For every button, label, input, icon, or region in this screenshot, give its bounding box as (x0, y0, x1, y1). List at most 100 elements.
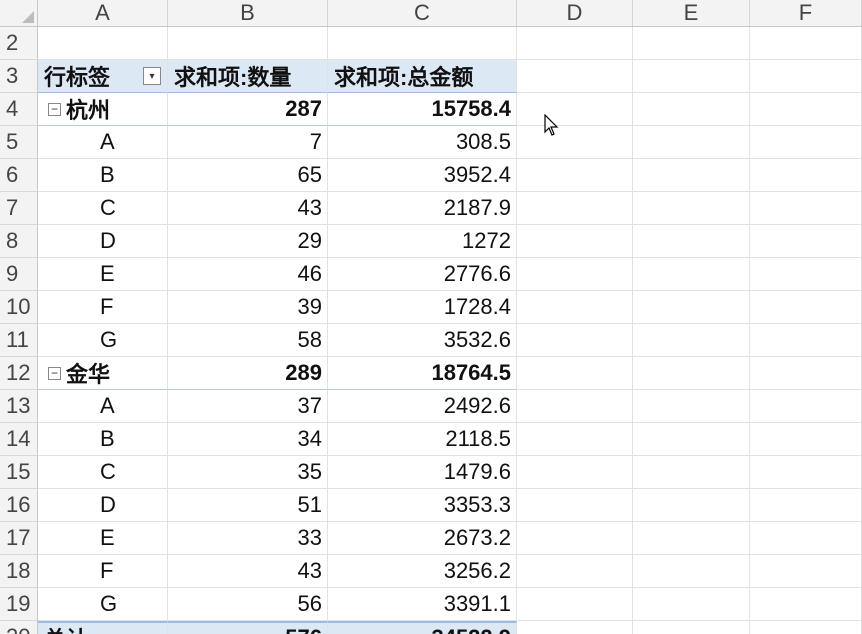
cell[interactable] (750, 159, 862, 192)
row-header[interactable]: 20 (0, 621, 38, 634)
item-qty[interactable]: 46 (168, 258, 328, 291)
item-amount[interactable]: 1479.6 (328, 456, 517, 489)
cell[interactable] (750, 291, 862, 324)
cell[interactable] (750, 258, 862, 291)
cell[interactable] (633, 522, 750, 555)
item-qty[interactable]: 56 (168, 588, 328, 621)
item-amount[interactable]: 3353.3 (328, 489, 517, 522)
row-header[interactable]: 11 (0, 324, 38, 357)
pivot-amount-header[interactable]: 求和项:总金额 (328, 60, 517, 93)
row-header[interactable]: 16 (0, 489, 38, 522)
column-header-a[interactable]: A (38, 0, 168, 26)
column-header-b[interactable]: B (168, 0, 328, 26)
item-amount[interactable]: 3952.4 (328, 159, 517, 192)
item-amount[interactable]: 2492.6 (328, 390, 517, 423)
cell[interactable] (517, 324, 633, 357)
item-qty[interactable]: 51 (168, 489, 328, 522)
item-amount[interactable]: 2187.9 (328, 192, 517, 225)
cell[interactable] (517, 588, 633, 621)
cell[interactable] (517, 192, 633, 225)
cell[interactable] (750, 456, 862, 489)
item-label[interactable]: D (38, 225, 168, 258)
cell[interactable] (750, 489, 862, 522)
row-header[interactable]: 18 (0, 555, 38, 588)
cell[interactable] (633, 291, 750, 324)
cell[interactable] (517, 258, 633, 291)
cell[interactable] (633, 357, 750, 390)
cell[interactable] (750, 60, 862, 93)
item-label[interactable]: F (38, 291, 168, 324)
cell[interactable] (633, 588, 750, 621)
cell[interactable] (633, 27, 750, 60)
item-qty[interactable]: 43 (168, 192, 328, 225)
cell[interactable] (633, 423, 750, 456)
item-qty[interactable]: 37 (168, 390, 328, 423)
row-header[interactable]: 10 (0, 291, 38, 324)
select-all-corner[interactable] (0, 0, 38, 26)
cell[interactable] (750, 522, 862, 555)
item-qty[interactable]: 39 (168, 291, 328, 324)
item-label[interactable]: A (38, 390, 168, 423)
item-qty[interactable]: 58 (168, 324, 328, 357)
item-amount[interactable]: 1728.4 (328, 291, 517, 324)
item-qty[interactable]: 7 (168, 126, 328, 159)
cell[interactable] (517, 291, 633, 324)
row-header[interactable]: 15 (0, 456, 38, 489)
collapse-minus-icon[interactable]: − (48, 366, 61, 380)
cell[interactable] (633, 93, 750, 126)
row-header[interactable]: 17 (0, 522, 38, 555)
item-qty[interactable]: 35 (168, 456, 328, 489)
item-amount[interactable]: 3391.1 (328, 588, 517, 621)
item-qty[interactable]: 33 (168, 522, 328, 555)
item-label[interactable]: B (38, 159, 168, 192)
cell[interactable] (517, 390, 633, 423)
item-qty[interactable]: 43 (168, 555, 328, 588)
item-amount[interactable]: 3532.6 (328, 324, 517, 357)
row-header[interactable]: 9 (0, 258, 38, 291)
row-header[interactable]: 5 (0, 126, 38, 159)
cell[interactable] (517, 555, 633, 588)
cell[interactable] (517, 522, 633, 555)
item-amount[interactable]: 2673.2 (328, 522, 517, 555)
row-header[interactable]: 8 (0, 225, 38, 258)
group-amount-total[interactable]: 18764.5 (328, 357, 517, 390)
cell[interactable] (633, 126, 750, 159)
item-label[interactable]: G (38, 588, 168, 621)
cell[interactable] (168, 27, 328, 60)
group-qty-total[interactable]: 287 (168, 93, 328, 126)
cell[interactable] (517, 357, 633, 390)
cell[interactable] (517, 423, 633, 456)
cell[interactable] (750, 27, 862, 60)
row-header[interactable]: 2 (0, 27, 38, 60)
row-header[interactable]: 7 (0, 192, 38, 225)
cell[interactable] (633, 60, 750, 93)
column-header-f[interactable]: F (750, 0, 862, 26)
cell[interactable] (750, 357, 862, 390)
pivot-row-label-header[interactable]: 行标签 ▾ (38, 60, 168, 93)
cell[interactable] (750, 93, 862, 126)
item-label[interactable]: B (38, 423, 168, 456)
cell[interactable] (517, 225, 633, 258)
filter-dropdown-icon[interactable]: ▾ (143, 67, 161, 85)
item-label[interactable]: F (38, 555, 168, 588)
cell[interactable] (633, 555, 750, 588)
row-header[interactable]: 4 (0, 93, 38, 126)
item-amount[interactable]: 308.5 (328, 126, 517, 159)
cell[interactable] (517, 27, 633, 60)
pivot-group-label[interactable]: − 金华 (38, 357, 168, 390)
cell[interactable] (633, 489, 750, 522)
cell[interactable] (750, 588, 862, 621)
collapse-minus-icon[interactable]: − (48, 102, 61, 116)
item-amount[interactable]: 2118.5 (328, 423, 517, 456)
cell[interactable] (633, 192, 750, 225)
cell[interactable] (633, 456, 750, 489)
cell[interactable] (633, 324, 750, 357)
cell[interactable] (750, 225, 862, 258)
item-label[interactable]: E (38, 258, 168, 291)
cell[interactable] (633, 390, 750, 423)
cell[interactable] (750, 126, 862, 159)
cell[interactable] (517, 456, 633, 489)
item-qty[interactable]: 34 (168, 423, 328, 456)
cell[interactable] (38, 27, 168, 60)
item-label[interactable]: D (38, 489, 168, 522)
